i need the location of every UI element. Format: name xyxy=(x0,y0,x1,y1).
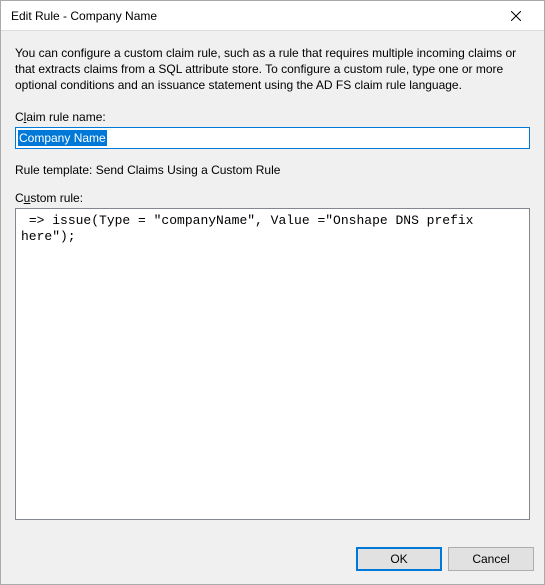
close-button[interactable] xyxy=(496,2,536,30)
label-part: stom rule: xyxy=(30,191,83,205)
label-part: C xyxy=(15,191,24,205)
claim-rule-name-input[interactable] xyxy=(15,127,530,149)
ok-button[interactable]: OK xyxy=(356,547,442,571)
dialog-content: You can configure a custom claim rule, s… xyxy=(1,31,544,534)
titlebar: Edit Rule - Company Name xyxy=(1,1,544,31)
cancel-button[interactable]: Cancel xyxy=(448,547,534,571)
edit-rule-dialog: Edit Rule - Company Name You can configu… xyxy=(0,0,545,585)
claim-rule-name-label: Claim rule name: xyxy=(15,110,530,124)
intro-text: You can configure a custom claim rule, s… xyxy=(15,45,530,94)
window-title: Edit Rule - Company Name xyxy=(11,9,496,23)
close-icon xyxy=(511,11,521,21)
spacer xyxy=(15,520,530,534)
claim-rule-name-field-wrap: Company Name xyxy=(15,127,530,149)
custom-rule-label: Custom rule: xyxy=(15,191,530,205)
label-part: aim rule name: xyxy=(26,110,105,124)
rule-template-text: Rule template: Send Claims Using a Custo… xyxy=(15,163,530,177)
custom-rule-textarea[interactable]: => issue(Type = "companyName", Value ="O… xyxy=(15,208,530,520)
label-part: C xyxy=(15,110,24,124)
dialog-footer: OK Cancel xyxy=(1,534,544,584)
